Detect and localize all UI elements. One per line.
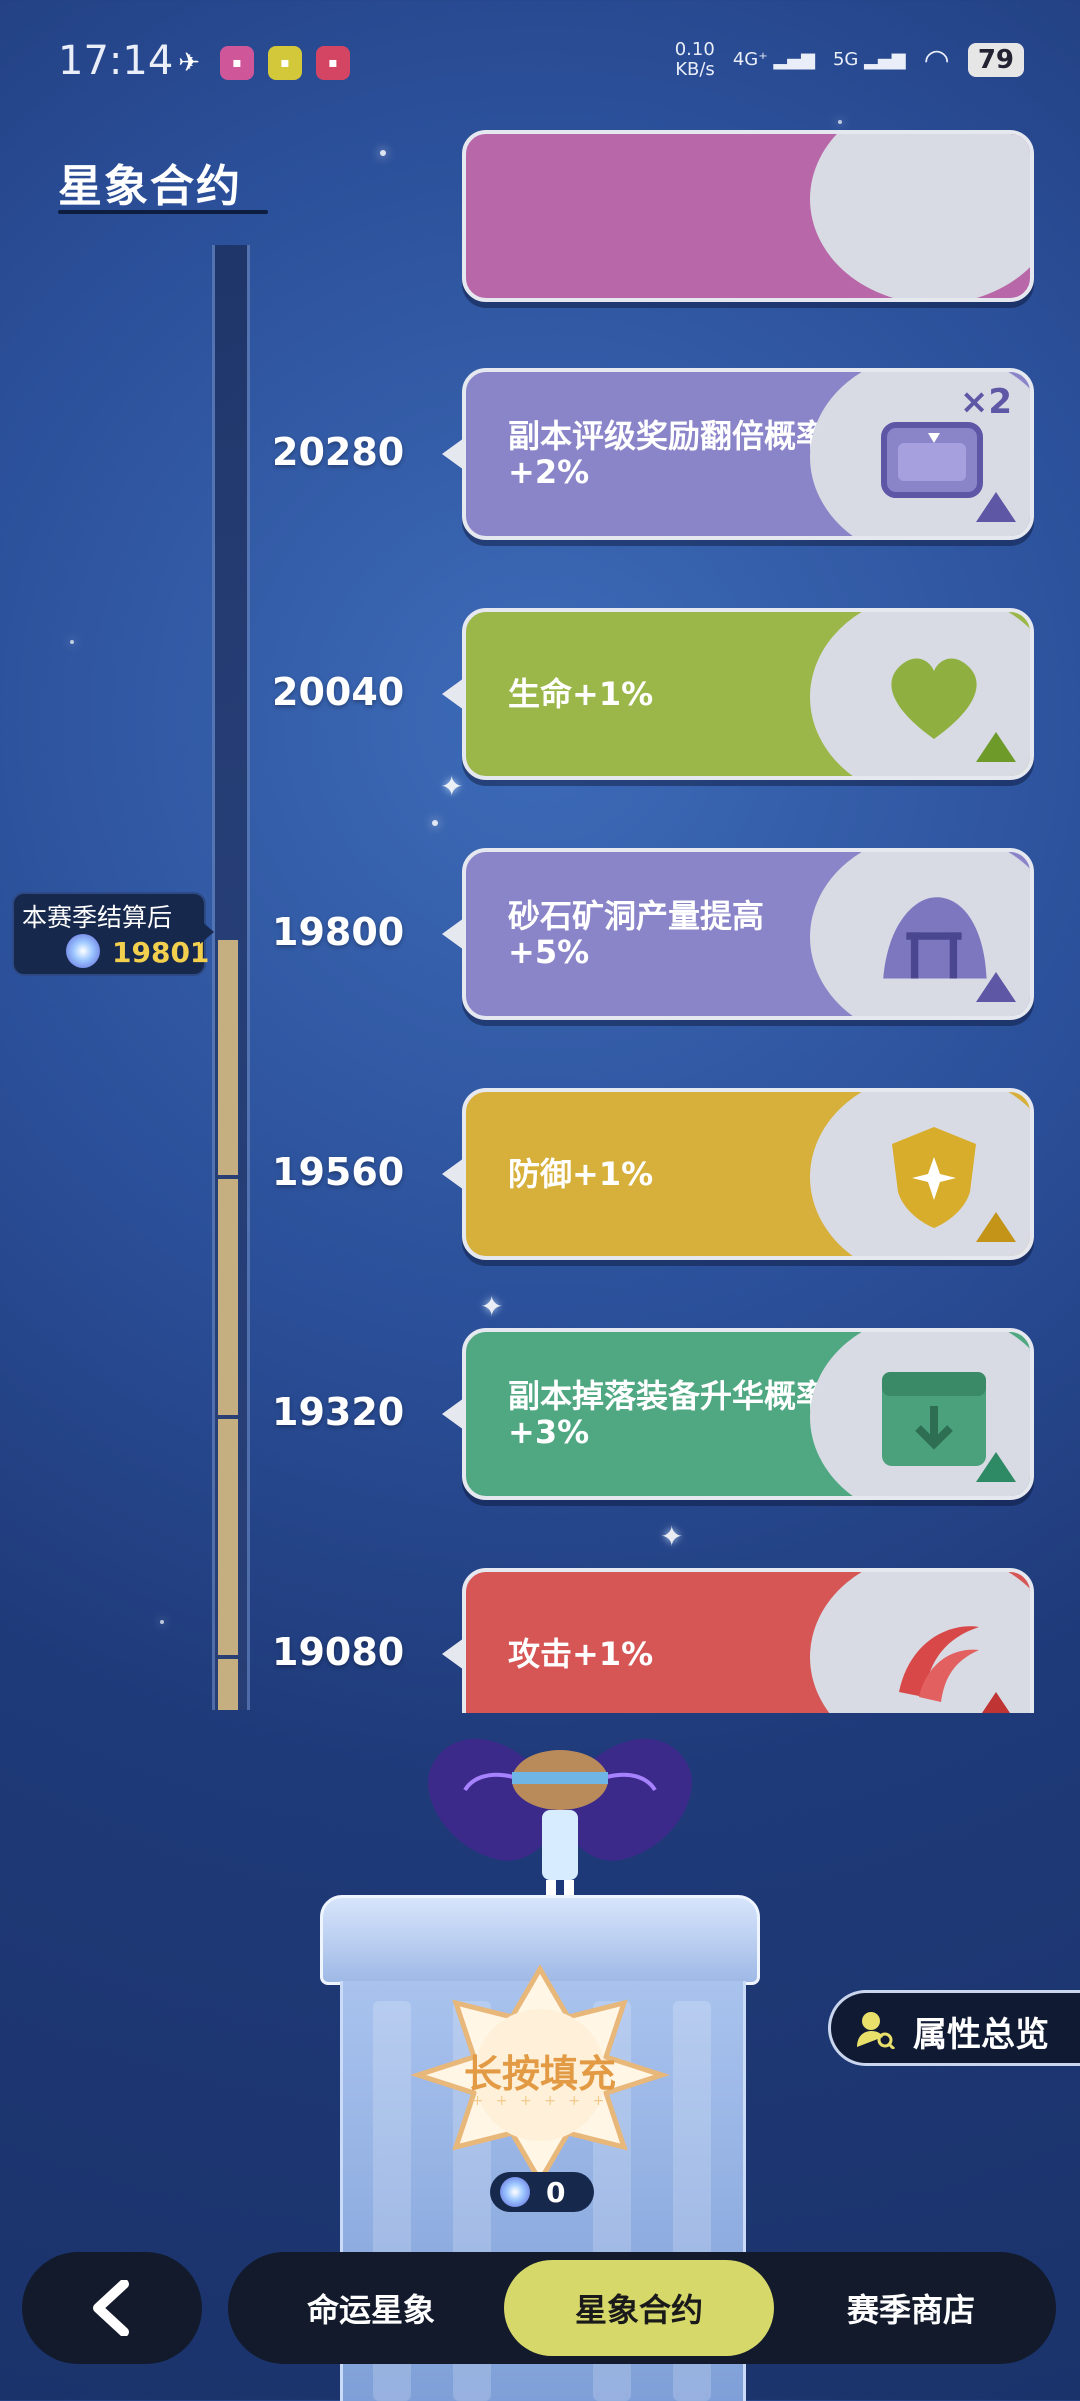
- reward-threshold: 20280: [272, 430, 405, 474]
- fill-label: 长按填充: [463, 2052, 616, 2096]
- upgrade-arrow-icon: [976, 492, 1016, 522]
- reward-card[interactable]: 副本掉落装备升华概率+3%: [462, 1328, 1034, 1500]
- back-arrow-icon: [93, 2280, 129, 2336]
- reward-row[interactable]: 20280 副本评级奖励翻倍概率+2% ×2: [0, 368, 1080, 543]
- reward-row[interactable]: [0, 130, 1080, 305]
- bottom-tab-bar: 命运星象 星象合约 赛季商店: [228, 2252, 1056, 2364]
- fill-count-pill: 0: [490, 2172, 594, 2212]
- app-notification-icon: ▪: [220, 46, 254, 80]
- long-press-fill-button[interactable]: 长按填充 + + + + + +: [410, 1965, 670, 2185]
- reward-row[interactable]: 20040 生命+1%: [0, 608, 1080, 783]
- signal-4g: 4G⁺ ▂▄▆: [732, 49, 815, 70]
- multiplier-badge: ×2: [959, 382, 1012, 422]
- star-decoration: [380, 150, 386, 156]
- reward-threshold: 19800: [272, 910, 405, 954]
- signal-5g: 5G ▂▄▆: [832, 49, 906, 70]
- upgrade-arrow-icon: [976, 972, 1016, 1002]
- reward-card[interactable]: 防御+1%: [462, 1088, 1034, 1260]
- net-speed-unit: KB/s: [675, 59, 715, 80]
- upgrade-arrow-icon: [976, 732, 1016, 762]
- reward-threshold: 19080: [272, 1630, 405, 1674]
- tab-star-contract[interactable]: 星象合约: [504, 2260, 774, 2356]
- upgrade-arrow-icon: [976, 1692, 1016, 1713]
- reward-row[interactable]: 19560 防御+1%: [0, 1088, 1080, 1263]
- tab-season-shop[interactable]: 赛季商店: [776, 2260, 1046, 2356]
- reward-card[interactable]: 副本评级奖励翻倍概率+2% ×2: [462, 368, 1034, 540]
- page-title: 星象合约: [58, 161, 242, 212]
- bird-icon: ✈: [178, 48, 200, 78]
- reward-row[interactable]: 19800 砂石矿洞产量提高+5%: [0, 848, 1080, 1023]
- reward-card[interactable]: 生命+1%: [462, 608, 1034, 780]
- status-time: 17:14: [58, 38, 174, 84]
- reward-card[interactable]: 砂石矿洞产量提高+5%: [462, 848, 1034, 1020]
- reward-text: 砂石矿洞产量提高+5%: [508, 897, 765, 971]
- reward-text: 副本掉落装备升华概率+3%: [508, 1377, 829, 1451]
- app-notification-icon: ▪: [316, 46, 350, 80]
- net-speed: 0.10 KB/s: [675, 40, 715, 80]
- tab-destiny-stars[interactable]: 命运星象: [236, 2260, 506, 2356]
- reward-row[interactable]: 19320 副本掉落装备升华概率+3%: [0, 1328, 1080, 1503]
- title-underline: [58, 210, 268, 214]
- reward-threshold: 19320: [272, 1390, 405, 1434]
- reward-row[interactable]: 19080 攻击+1%: [0, 1568, 1080, 1713]
- card-pointer: [442, 918, 464, 950]
- card-pointer: [442, 438, 464, 470]
- card-pointer: [442, 1398, 464, 1430]
- card-pointer: [442, 1158, 464, 1190]
- star-decoration: [432, 820, 438, 826]
- sparkle-decoration: ✦: [480, 1290, 504, 1323]
- reward-icon-zone: [810, 134, 1030, 298]
- reward-card[interactable]: 攻击+1%: [462, 1568, 1034, 1713]
- upgrade-arrow-icon: [976, 1212, 1016, 1242]
- sparkle-decoration: ✦: [660, 1520, 684, 1553]
- fill-dots: + + + + + +: [471, 2093, 609, 2109]
- wifi-icon: ◠: [923, 42, 950, 78]
- battery-indicator: 79: [967, 43, 1024, 77]
- back-button[interactable]: [22, 2252, 202, 2364]
- person-search-icon: [857, 2012, 895, 2049]
- star-orb-icon: [500, 2177, 530, 2207]
- card-pointer: [442, 678, 464, 710]
- reward-threshold: 20040: [272, 670, 405, 714]
- reward-text: 生命+1%: [508, 675, 654, 713]
- fill-count: 0: [546, 2176, 566, 2209]
- card-pointer: [442, 1638, 464, 1670]
- signal-label: 5G: [832, 49, 859, 70]
- attribute-overview-button[interactable]: 属性总览: [828, 1990, 1080, 2066]
- status-bar: 17:14 ✈ ▪ ▪ ▪ 0.10 KB/s 4G⁺ ▂▄▆ 5G ▂▄▆ ◠…: [0, 0, 1080, 130]
- attribute-overview-label: 属性总览: [913, 2015, 1049, 2055]
- reward-threshold: 19560: [272, 1150, 405, 1194]
- net-speed-value: 0.10: [674, 39, 715, 60]
- status-right: 0.10 KB/s 4G⁺ ▂▄▆ 5G ▂▄▆ ◠ 79: [675, 40, 1024, 80]
- reward-text: 副本评级奖励翻倍概率+2%: [508, 417, 829, 491]
- upgrade-arrow-icon: [976, 1452, 1016, 1482]
- signal-label: 4G⁺: [732, 49, 768, 70]
- reward-text: 攻击+1%: [508, 1635, 654, 1673]
- app-notification-icon: ▪: [268, 46, 302, 80]
- reward-card[interactable]: [462, 130, 1034, 302]
- reward-text: 防御+1%: [508, 1155, 654, 1193]
